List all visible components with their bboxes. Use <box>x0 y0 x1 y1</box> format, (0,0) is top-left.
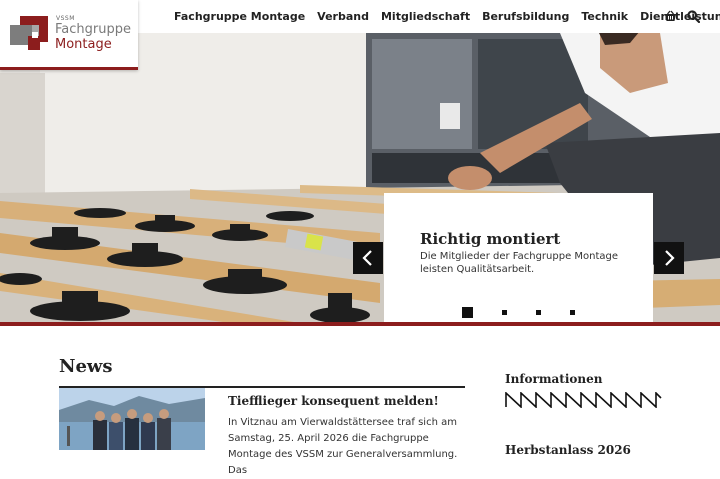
hero-caption-title: Richtig montiert <box>420 230 561 248</box>
hero-slider: Richtig montiert Die Mitglieder der Fach… <box>0 33 720 323</box>
nav-item-fachgruppe-montage[interactable]: Fachgruppe Montage <box>174 10 305 23</box>
chevron-left-icon <box>362 250 372 266</box>
nav-item-mitgliedschaft[interactable]: Mitgliedschaft <box>381 10 470 23</box>
zigzag-divider-icon <box>505 392 662 408</box>
news-article-image[interactable] <box>59 388 205 450</box>
main-nav: Fachgruppe Montage Verband Mitgliedschaf… <box>174 10 720 23</box>
search-icon[interactable] <box>687 10 700 23</box>
news-article-body: In Vitznau am Vierwaldstättersee traf si… <box>228 417 458 476</box>
nav-item-technik[interactable]: Technik <box>581 10 628 23</box>
chevron-right-icon <box>665 250 675 266</box>
nav-item-dienstleistungen[interactable]: Dienstleistungen <box>640 10 720 23</box>
slider-prev-button[interactable] <box>353 242 383 274</box>
logo[interactable]: VSSM Fachgruppe Montage <box>0 0 138 70</box>
hero-caption-text: Die Mitglieder der Fachgruppe Montage le… <box>420 251 619 275</box>
hero-bottom-border <box>0 322 720 326</box>
nav-item-berufsbildung[interactable]: Berufsbildung <box>482 10 569 23</box>
slider-dot-1[interactable] <box>462 307 473 318</box>
logo-org: VSSM <box>56 15 75 22</box>
sidebar-next-title[interactable]: Herbstanlass 2026 <box>505 443 631 457</box>
logo-line2: Montage <box>55 37 112 52</box>
hero-caption-card: Richtig montiert Die Mitglieder der Fach… <box>384 193 653 323</box>
slider-dot-4[interactable] <box>570 310 575 315</box>
logo-mark-icon <box>10 16 48 50</box>
sidebar-info-title: Informationen <box>505 372 603 386</box>
nav-item-verband[interactable]: Verband <box>317 10 369 23</box>
slider-next-button[interactable] <box>654 242 684 274</box>
basket-icon[interactable] <box>664 10 677 22</box>
news-section-title: News <box>59 356 113 377</box>
news-photo <box>59 388 205 450</box>
slider-dot-2[interactable] <box>502 310 507 315</box>
news-article-title[interactable]: Tiefflieger konsequent melden! <box>228 394 439 408</box>
slider-dot-3[interactable] <box>536 310 541 315</box>
logo-line1: Fachgruppe <box>55 22 131 37</box>
